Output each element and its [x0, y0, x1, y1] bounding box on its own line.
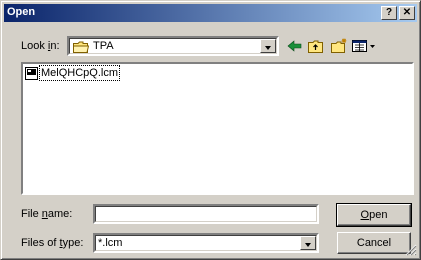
help-button[interactable]: ?	[381, 6, 397, 20]
file-type-label: Files of type:	[21, 237, 83, 249]
cancel-button[interactable]: Cancel	[337, 232, 411, 254]
file-type-combo[interactable]: *.lcm	[93, 233, 319, 253]
back-arrow-icon[interactable]	[286, 38, 304, 54]
file-type-label-prefix: Files of	[21, 237, 60, 249]
file-name-field-inner	[95, 206, 317, 222]
file-name: MelQHCpQ.lcm	[38, 65, 121, 81]
open-button[interactable]: Open	[336, 203, 412, 227]
look-in-value: TPA	[93, 40, 114, 52]
up-folder-icon[interactable]	[307, 38, 325, 54]
look-in-label: Look in:	[21, 40, 60, 52]
close-button[interactable]: ✕	[399, 6, 415, 20]
file-type-dropdown-button[interactable]	[300, 236, 316, 250]
file-list[interactable]: MelQHCpQ.lcm	[21, 62, 414, 195]
file-name-label-suffix: ame:	[47, 208, 73, 220]
new-folder-icon[interactable]	[330, 38, 348, 54]
file-name-field[interactable]	[93, 204, 319, 224]
look-in-dropdown-button[interactable]	[260, 39, 276, 53]
open-dialog: Open ? ✕ Look in: TPA MelQHCpQ.lcm File …	[0, 0, 421, 260]
file-type-value: *.lcm	[98, 237, 123, 249]
look-in-label-suffix: n:	[50, 40, 60, 52]
window-title: Open	[7, 6, 36, 18]
view-menu-icon[interactable]	[351, 38, 377, 54]
title-bar: Open ? ✕	[4, 4, 417, 22]
open-button-label: pen	[369, 209, 388, 221]
look-in-combo[interactable]: TPA	[67, 36, 279, 56]
folder-icon	[73, 41, 90, 56]
open-button-accel: O	[360, 209, 370, 221]
file-type-combo-inner	[95, 235, 317, 251]
file-name-label-prefix: File	[21, 208, 42, 220]
file-icon	[25, 67, 39, 83]
file-type-label-suffix: ype:	[62, 237, 84, 249]
resize-grip-icon[interactable]	[405, 244, 417, 256]
look-in-label-prefix: Look	[21, 40, 48, 52]
file-name-label: File name:	[21, 208, 72, 220]
